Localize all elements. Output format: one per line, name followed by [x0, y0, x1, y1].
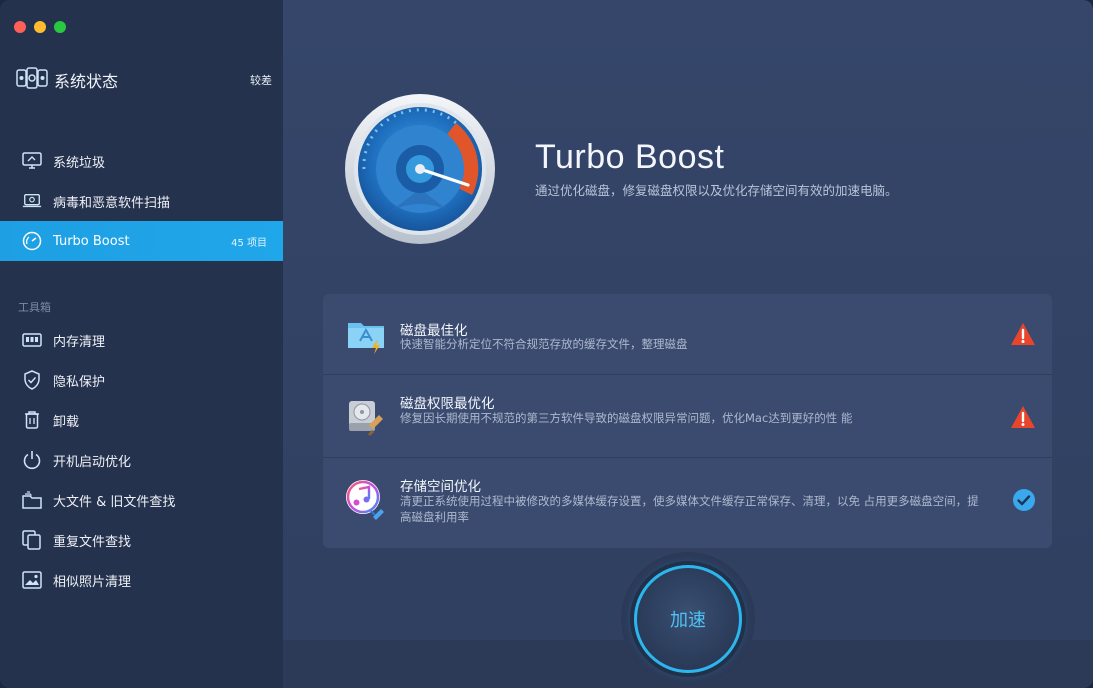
divider — [323, 374, 1052, 375]
sidebar-item-memory-clean[interactable]: 内存清理 — [0, 320, 283, 360]
disk-repair-icon — [345, 395, 387, 437]
toolbox-nav: 内存清理 隐私保护 卸载 开机启动优化 大文件 & 旧文件查找 重复文件查找 相… — [0, 320, 283, 600]
sidebar-item-duplicates[interactable]: 重复文件查找 — [0, 520, 283, 560]
sidebar-item-label: 重复文件查找 — [53, 534, 132, 550]
speedometer-icon — [22, 231, 42, 251]
speedometer-gauge-icon — [344, 93, 496, 245]
sidebar-item-label: 大文件 & 旧文件查找 — [53, 494, 176, 510]
sidebar-item-privacy[interactable]: 隐私保护 — [0, 360, 283, 400]
boost-button[interactable]: 加速 — [634, 565, 742, 673]
sidebar-item-malware-scan[interactable]: 病毒和恶意软件扫描 — [0, 181, 283, 221]
app-window: 系统状态 较差 系统垃圾 病毒和恶意软件扫描 Turbo Boost 45 项目… — [0, 0, 1093, 688]
item-description: 修复因长期使用不规范的第三方软件导致的磁盘权限异常问题，优化Mac达到更好的性 … — [400, 411, 853, 425]
sidebar-item-label: 系统垃圾 — [53, 155, 106, 171]
sidebar-item-label: 卸载 — [53, 414, 80, 430]
page-title: Turbo Boost — [535, 138, 725, 176]
primary-nav: 系统垃圾 病毒和恶意软件扫描 Turbo Boost 45 项目 — [0, 141, 283, 261]
music-app-icon — [345, 479, 387, 521]
warning-icon — [1010, 322, 1036, 348]
zoom-window-button[interactable] — [54, 21, 66, 33]
status-badge: 较差 — [250, 74, 272, 87]
boost-button-label: 加速 — [670, 610, 706, 631]
item-count-badge: 45 项目 — [231, 237, 267, 249]
minimize-window-button[interactable] — [34, 21, 46, 33]
divider — [323, 457, 1052, 458]
item-title: 磁盘权限最优化 — [400, 396, 495, 412]
sidebar-item-label: 相似照片清理 — [53, 574, 132, 590]
photo-icon — [22, 570, 42, 590]
sidebar-item-uninstall[interactable]: 卸载 — [0, 400, 283, 440]
sidebar-item-label: Turbo Boost — [53, 233, 130, 249]
optimization-list: 磁盘最佳化 快速智能分析定位不符合规范存放的缓存文件，整理磁盘 磁盘权限最优化 … — [323, 294, 1052, 548]
main-panel: Turbo Boost 通过优化磁盘，修复磁盘权限以及优化存储空间有效的加速电脑… — [283, 0, 1093, 688]
status-title: 系统状态 — [54, 72, 119, 91]
warning-icon — [1010, 405, 1036, 431]
list-item-disk-permissions[interactable]: 磁盘权限最优化 修复因长期使用不规范的第三方软件导致的磁盘权限异常问题，优化Ma… — [323, 374, 1052, 457]
item-description: 快速智能分析定位不符合规范存放的缓存文件，整理磁盘 — [400, 337, 688, 351]
folder-stack-icon — [22, 490, 42, 510]
sidebar-item-turbo-boost[interactable]: Turbo Boost 45 项目 — [0, 221, 283, 261]
item-title: 存储空间优化 — [400, 479, 481, 495]
sidebar-item-label: 内存清理 — [53, 334, 106, 350]
monitor-status-icon — [16, 67, 48, 93]
sidebar-item-label: 病毒和恶意软件扫描 — [53, 195, 171, 211]
duplicate-files-icon — [22, 530, 42, 550]
check-icon — [1012, 488, 1036, 512]
window-controls — [14, 21, 66, 33]
list-item-storage-optimize[interactable]: 存储空间优化 清更正系统使用过程中被修改的多媒体缓存设置，使多媒体文件缓存正常保… — [323, 457, 1052, 548]
close-window-button[interactable] — [14, 21, 26, 33]
sidebar-item-startup[interactable]: 开机启动优化 — [0, 440, 283, 480]
app-folder-icon — [345, 314, 387, 356]
power-icon — [22, 450, 42, 470]
system-status[interactable]: 系统状态 较差 — [16, 66, 272, 94]
trash-monitor-icon — [22, 151, 42, 171]
uninstall-bin-icon — [22, 410, 42, 430]
page-subtitle: 通过优化磁盘，修复磁盘权限以及优化存储空间有效的加速电脑。 — [535, 183, 898, 198]
list-item-disk-optimize[interactable]: 磁盘最佳化 快速智能分析定位不符合规范存放的缓存文件，整理磁盘 — [323, 294, 1052, 374]
item-description: 清更正系统使用过程中被修改的多媒体缓存设置，使多媒体文件缓存正常保存、清理，以免… — [400, 494, 979, 524]
scan-laptop-icon — [22, 191, 42, 211]
sidebar-item-system-junk[interactable]: 系统垃圾 — [0, 141, 283, 181]
memory-chip-icon — [22, 330, 42, 350]
sidebar-item-large-files[interactable]: 大文件 & 旧文件查找 — [0, 480, 283, 520]
sidebar-item-label: 隐私保护 — [53, 374, 106, 390]
shield-icon — [22, 370, 42, 390]
toolbox-section-label: 工具箱 — [18, 301, 51, 314]
sidebar-item-similar-photos[interactable]: 相似照片清理 — [0, 560, 283, 600]
sidebar-item-label: 开机启动优化 — [53, 454, 132, 470]
sidebar: 系统状态 较差 系统垃圾 病毒和恶意软件扫描 Turbo Boost 45 项目… — [0, 0, 283, 688]
